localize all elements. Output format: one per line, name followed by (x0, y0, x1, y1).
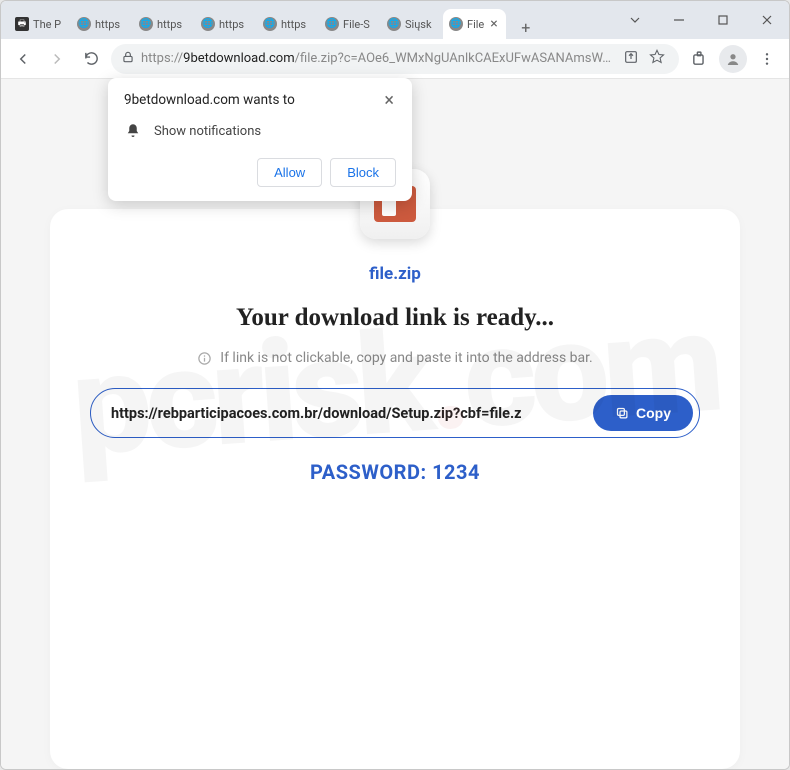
globe-icon: 🌐 (387, 17, 401, 31)
download-link-row: https://rebparticipacoes.com.br/download… (90, 388, 700, 438)
tab[interactable]: 🖶 The P (9, 9, 69, 39)
globe-icon: 🌐 (139, 17, 153, 31)
tab-label: https (219, 18, 249, 31)
tab[interactable]: 🌐 https (71, 9, 131, 39)
filename-label: file.zip (90, 264, 700, 284)
url-text: https://9betdownload.com/file.zip?c=AOe6… (141, 51, 617, 66)
profile-button[interactable] (719, 45, 747, 73)
printer-icon: 🖶 (15, 17, 29, 31)
password-label: PASSWORD: 1234 (90, 460, 700, 484)
tab-label: Siųsk (405, 18, 435, 31)
close-icon[interactable]: × (382, 92, 396, 110)
globe-icon: 🌐 (77, 17, 91, 31)
bell-icon (124, 122, 142, 140)
allow-button[interactable]: Allow (257, 158, 322, 187)
notification-permission-dialog: 9betdownload.com wants to × Show notific… (108, 78, 412, 201)
tab[interactable]: 🌐 https (195, 9, 255, 39)
toolbar: https://9betdownload.com/file.zip?c=AOe6… (1, 39, 789, 79)
minimize-button[interactable] (657, 1, 701, 39)
globe-icon: 🌐 (263, 17, 277, 31)
globe-icon: 🌐 (325, 17, 339, 31)
copy-icon (615, 406, 630, 421)
tab-close-icon[interactable]: × (488, 16, 499, 32)
headline: Your download link is ready... (90, 304, 700, 332)
reload-button[interactable] (77, 45, 105, 73)
tab[interactable]: 🌐 https (257, 9, 317, 39)
notification-title: 9betdownload.com wants to (124, 92, 295, 108)
address-bar[interactable]: https://9betdownload.com/file.zip?c=AOe6… (111, 44, 679, 74)
download-url[interactable]: https://rebparticipacoes.com.br/download… (111, 405, 583, 422)
globe-icon: 🌐 (201, 17, 215, 31)
lock-icon (121, 50, 135, 68)
tab-active[interactable]: 🌐 File × (443, 9, 506, 39)
download-card: file.zip Your download link is ready... … (50, 209, 740, 769)
tabs-row: 🖶 The P 🌐 https 🌐 https 🌐 https 🌐 https … (1, 1, 613, 39)
forward-button[interactable] (43, 45, 71, 73)
tab-label: https (95, 18, 125, 31)
tab[interactable]: 🌐 https (133, 9, 193, 39)
maximize-button[interactable] (701, 1, 745, 39)
star-icon[interactable] (645, 49, 669, 69)
menu-button[interactable] (753, 45, 781, 73)
copy-button[interactable]: Copy (593, 395, 693, 431)
share-icon[interactable] (623, 49, 639, 69)
notification-text: Show notifications (154, 124, 261, 139)
tab-label: File-S (343, 18, 373, 31)
window-controls (613, 1, 789, 39)
tab[interactable]: 🌐 File-S (319, 9, 379, 39)
tab-label: File (467, 18, 484, 31)
hint-text: If link is not clickable, copy and paste… (90, 350, 700, 366)
tab-label: The P (33, 18, 63, 31)
info-icon (197, 351, 212, 366)
back-button[interactable] (9, 45, 37, 73)
extensions-button[interactable] (685, 45, 713, 73)
new-tab-button[interactable]: + (514, 15, 538, 39)
close-window-button[interactable] (745, 1, 789, 39)
tab-label: https (157, 18, 187, 31)
window-dropdown-button[interactable] (613, 1, 657, 39)
globe-icon: 🌐 (449, 17, 463, 31)
titlebar: 🖶 The P 🌐 https 🌐 https 🌐 https 🌐 https … (1, 1, 789, 39)
block-button[interactable]: Block (330, 158, 396, 187)
tab[interactable]: 🌐 Siųsk (381, 9, 441, 39)
tab-label: https (281, 18, 311, 31)
